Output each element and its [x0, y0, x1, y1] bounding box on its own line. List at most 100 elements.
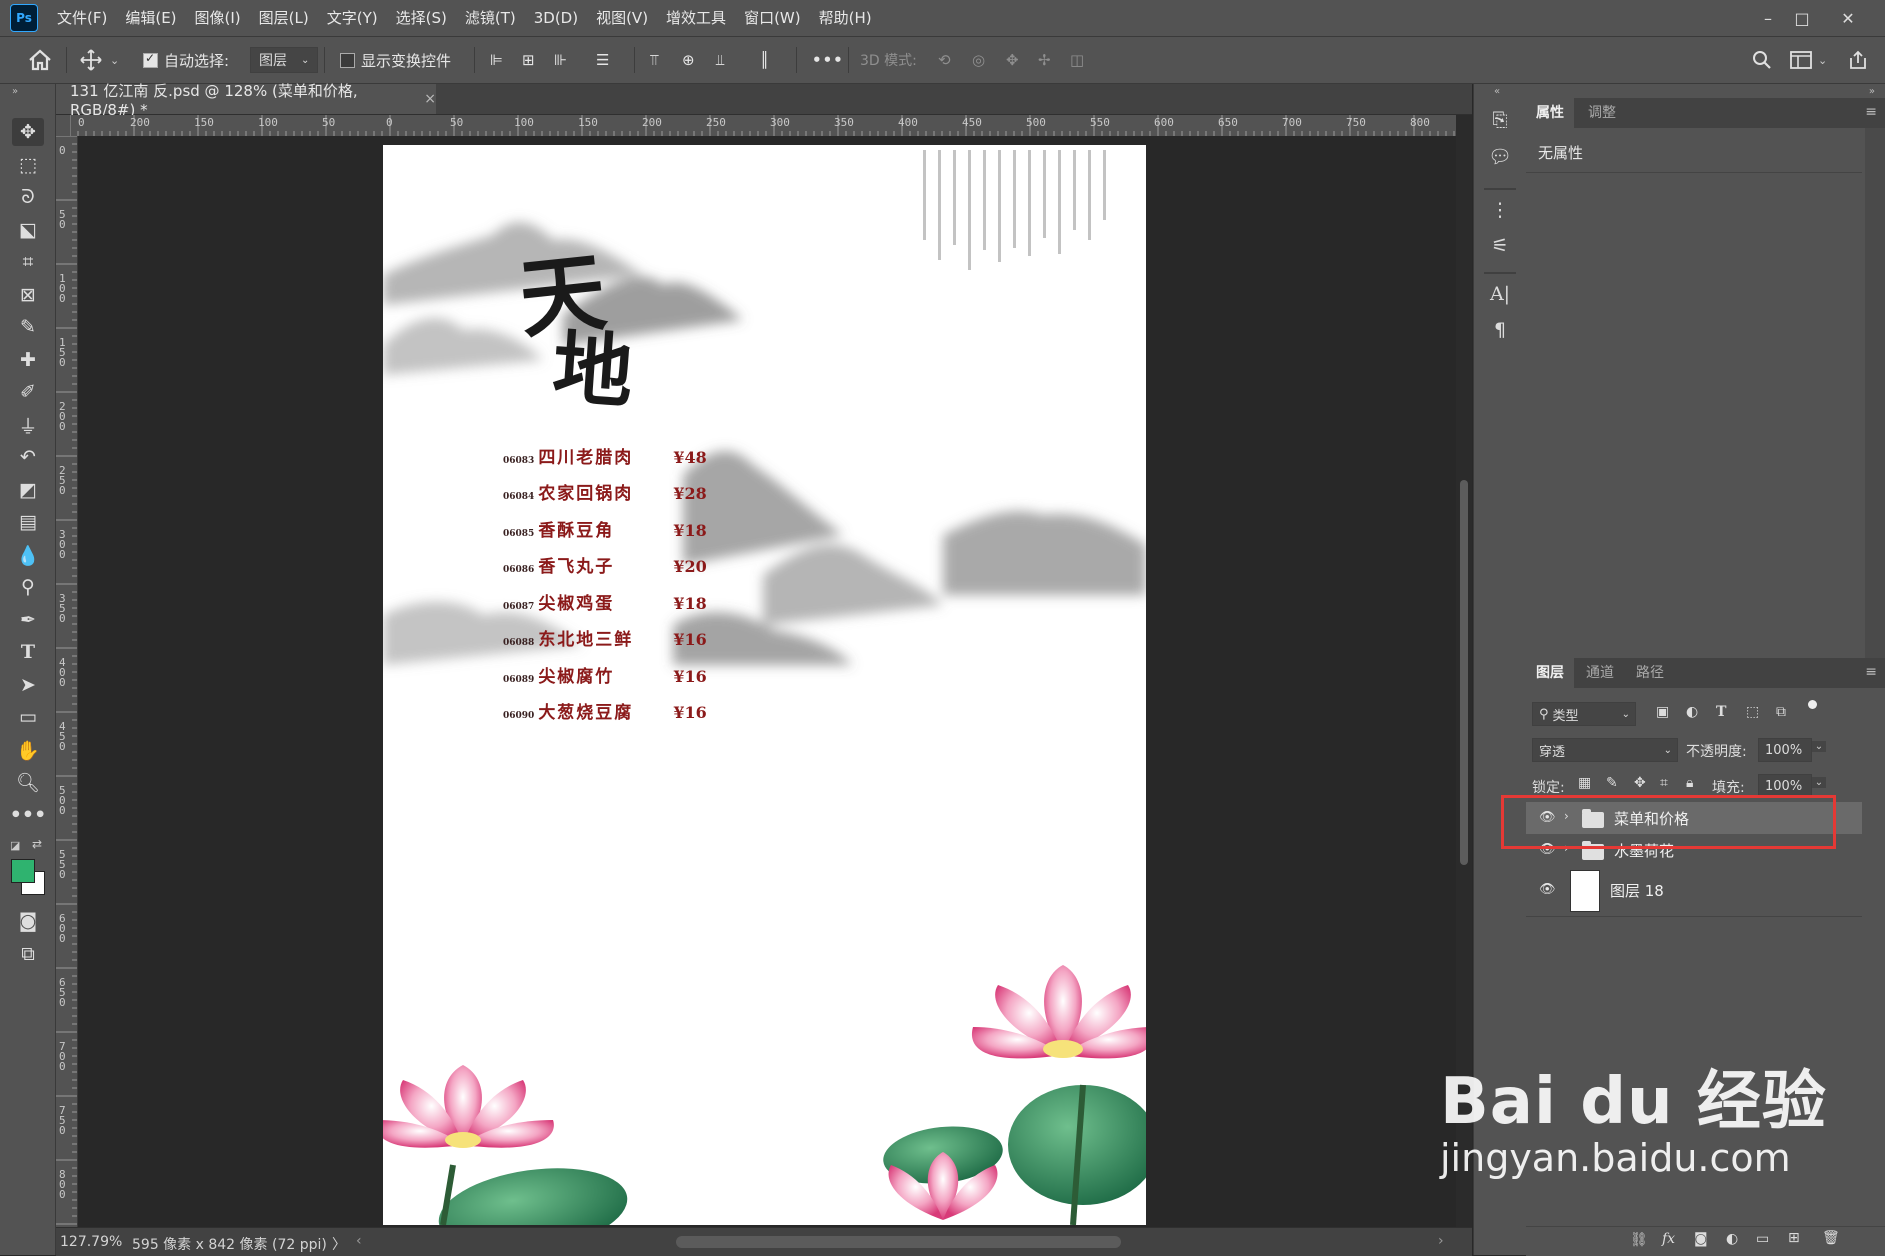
close-window-button[interactable]: ✕: [1826, 0, 1870, 36]
blend-mode-dropdown[interactable]: 穿透 ⌄: [1532, 738, 1678, 762]
auto-select-checkbox[interactable]: 自动选择:: [143, 37, 229, 83]
move-tool-preset-icon[interactable]: ⌄: [80, 37, 119, 83]
gradient-tool-icon[interactable]: ▤: [12, 508, 44, 536]
filter-type-icon[interactable]: T: [1716, 704, 1726, 720]
horizontal-ruler[interactable]: 0 200 150 100 50 0 50 100 150 200 250 30…: [70, 115, 1456, 137]
menu-line[interactable]: 06087 尖椒鸡蛋 ¥18: [503, 589, 753, 614]
menu-view[interactable]: 视图(V): [587, 0, 657, 36]
properties-scrollbar[interactable]: [1865, 128, 1885, 660]
menu-file[interactable]: 文件(F): [48, 0, 116, 36]
rectangle-tool-icon[interactable]: ▭: [12, 703, 44, 731]
search-icon[interactable]: [1752, 37, 1772, 83]
3d-pan-icon[interactable]: ✥: [1006, 37, 1019, 83]
workspace-icon[interactable]: ⌄: [1790, 37, 1827, 83]
menu-line[interactable]: 06089 尖椒腐竹 ¥16: [503, 662, 753, 687]
more-options-button[interactable]: •••: [812, 37, 844, 83]
lock-artboard-icon[interactable]: ⌗: [1660, 775, 1668, 791]
align-vcenter-icon[interactable]: ⊕: [682, 37, 695, 83]
align-left-icon[interactable]: ⊫: [490, 37, 503, 83]
hand-tool-icon[interactable]: ✋: [12, 736, 44, 764]
menu-type[interactable]: 文字(Y): [318, 0, 387, 36]
distribute-v-icon[interactable]: ║: [760, 37, 769, 83]
tab-properties[interactable]: 属性: [1526, 98, 1574, 128]
type-tool-icon[interactable]: T: [12, 638, 44, 666]
healing-brush-tool-icon[interactable]: ✚: [12, 346, 44, 374]
trash-icon[interactable]: 🗑︎: [1822, 1230, 1840, 1246]
edit-toolbar-icon[interactable]: •••: [10, 801, 46, 829]
menu-plugins[interactable]: 增效工具: [657, 0, 735, 36]
frame-tool-icon[interactable]: ⊠: [12, 281, 44, 309]
layer-filter-dropdown[interactable]: ⚲ 类型 ⌄: [1532, 702, 1636, 726]
fx-icon[interactable]: fx: [1662, 1231, 1675, 1247]
menu-help[interactable]: 帮助(H): [810, 0, 881, 36]
menu-layer[interactable]: 图层(L): [250, 0, 318, 36]
link-icon[interactable]: ⛓︎: [1630, 1232, 1648, 1248]
show-transform-controls-checkbox[interactable]: 显示变换控件: [340, 37, 451, 83]
blur-tool-icon[interactable]: 💧: [12, 541, 44, 569]
screen-mode-icon[interactable]: ⧉: [12, 940, 44, 968]
brush-settings-icon[interactable]: ⋮: [1486, 196, 1514, 224]
layer-name[interactable]: 图层 18: [1610, 880, 1664, 901]
collapse-panels-icon[interactable]: «: [1494, 86, 1500, 97]
lock-all-icon[interactable]: 🔒︎: [1686, 775, 1693, 791]
adjustments-icon[interactable]: ⚟: [1486, 232, 1514, 260]
menu-line[interactable]: 06086 香飞丸子 ¥20: [503, 552, 753, 577]
lock-position-icon[interactable]: ✥: [1634, 775, 1646, 791]
lock-image-icon[interactable]: ✎: [1606, 775, 1618, 791]
menu-line[interactable]: 06090 大葱烧豆腐 ¥16: [503, 698, 753, 723]
chevron-down-icon[interactable]: ⌄: [1812, 777, 1826, 788]
move-tool-icon[interactable]: ✥: [12, 118, 44, 146]
filter-toggle-icon[interactable]: [1808, 700, 1817, 709]
menu-line[interactable]: 06085 香酥豆角 ¥18: [503, 516, 753, 541]
pen-tool-icon[interactable]: ✒: [12, 606, 44, 634]
quick-mask-icon[interactable]: ◙: [12, 907, 44, 935]
distribute-icon[interactable]: ☰: [596, 37, 609, 83]
folder-icon[interactable]: ▭: [1756, 1231, 1769, 1247]
chevron-down-icon[interactable]: ⌄: [1812, 741, 1826, 752]
close-tab-icon[interactable]: ×: [424, 91, 436, 107]
collapse-chevron-icon[interactable]: »: [12, 86, 18, 97]
home-icon[interactable]: [28, 37, 52, 83]
lasso-tool-icon[interactable]: ᘐ: [12, 183, 44, 211]
menu-3d[interactable]: 3D(D): [525, 0, 587, 36]
history-brush-tool-icon[interactable]: ↶: [12, 443, 44, 471]
comments-icon[interactable]: 💬︎: [1486, 142, 1514, 170]
3d-roll-icon[interactable]: ◎: [972, 37, 985, 83]
eraser-tool-icon[interactable]: ◩: [12, 476, 44, 504]
lock-transparent-icon[interactable]: ▦: [1578, 775, 1591, 791]
3d-slide-icon[interactable]: ✢: [1038, 37, 1051, 83]
default-colors-icon[interactable]: ◪: [10, 839, 20, 852]
menu-line[interactable]: 06088 东北地三鲜 ¥16: [503, 625, 753, 650]
zoom-level[interactable]: 127.79%: [60, 1234, 122, 1250]
auto-select-target-dropdown[interactable]: 图层 ⌄: [250, 37, 319, 83]
filter-shape-icon[interactable]: ⬚: [1746, 704, 1759, 720]
menu-line[interactable]: 06084 农家回锅肉 ¥28: [503, 479, 753, 504]
menu-filter[interactable]: 滤镜(T): [456, 0, 525, 36]
menu-select[interactable]: 选择(S): [387, 0, 456, 36]
share-icon[interactable]: [1848, 37, 1868, 83]
eyedropper-tool-icon[interactable]: ✎: [12, 313, 44, 341]
align-top-icon[interactable]: ⫪: [650, 37, 658, 83]
scroll-right-icon[interactable]: ›: [1438, 1233, 1444, 1249]
tab-paths[interactable]: 路径: [1626, 658, 1674, 688]
status-menu-arrow[interactable]: 〉: [332, 1234, 346, 1254]
document-tab[interactable]: 131 亿江南 反.psd @ 128% (菜单和价格, RGB/8#) * ×: [56, 82, 436, 119]
paragraph-icon[interactable]: ¶: [1486, 316, 1514, 344]
clone-stamp-tool-icon[interactable]: ⏚: [12, 411, 44, 439]
foreground-color-swatch[interactable]: [11, 859, 35, 883]
filter-pixel-icon[interactable]: ▣: [1656, 704, 1669, 720]
visibility-eye-icon[interactable]: 👁︎: [1539, 882, 1556, 897]
maximize-button[interactable]: □: [1780, 0, 1824, 36]
menu-window[interactable]: 窗口(W): [735, 0, 810, 36]
layer-row[interactable]: 👁︎ 图层 18: [1526, 866, 1862, 917]
tab-channels[interactable]: 通道: [1576, 658, 1624, 688]
panel-menu-icon[interactable]: ≡: [1865, 664, 1877, 680]
vertical-ruler[interactable]: 0 5 0 1 0 0 1 5 0 2 0 0 2 5 0 3 0 0 3 5 …: [56, 136, 78, 1227]
brush-tool-icon[interactable]: ✐: [12, 378, 44, 406]
adjustment-icon[interactable]: ◐: [1726, 1231, 1738, 1247]
marquee-tool-icon[interactable]: ⬚: [12, 151, 44, 179]
filter-adjustment-icon[interactable]: ◐: [1686, 704, 1698, 720]
3d-orbit-icon[interactable]: ⟲: [938, 37, 951, 83]
object-select-tool-icon[interactable]: ⬕: [12, 216, 44, 244]
align-bottom-icon[interactable]: ⫫: [716, 37, 724, 83]
